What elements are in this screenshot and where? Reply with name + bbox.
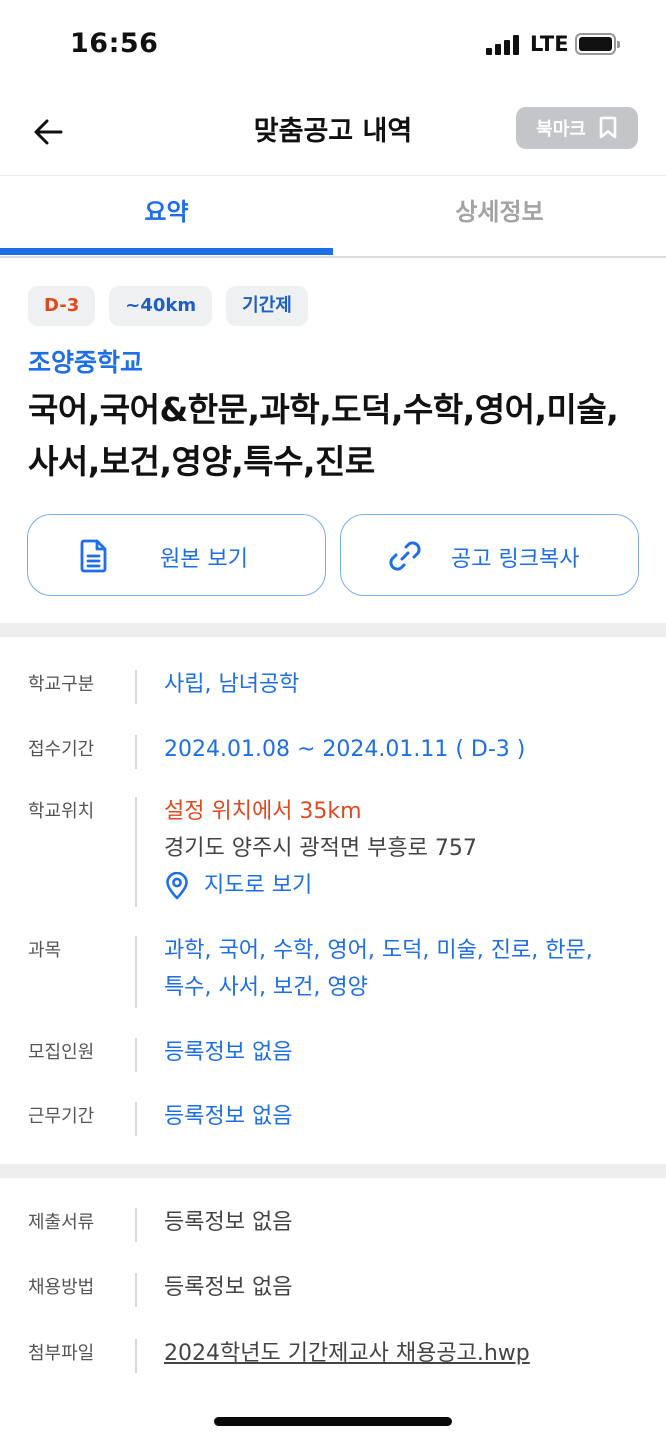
signal-icon	[486, 35, 520, 55]
info-label: 모집인원	[28, 1042, 95, 1063]
info-label: 과목	[28, 940, 62, 961]
home-indicator	[214, 1417, 452, 1426]
row-separator	[135, 1102, 137, 1136]
info-label: 근무기간	[28, 1106, 95, 1127]
view-map-link[interactable]: 지도로 보기	[164, 867, 477, 904]
section-divider	[0, 623, 666, 637]
info-label: 접수기간	[28, 739, 95, 760]
address-text: 경기도 양주시 광적면 부흥로 757	[164, 836, 477, 861]
employment-type-chip: 기간제	[226, 286, 308, 326]
row-separator	[135, 1273, 137, 1307]
distance-chip: ~40km	[109, 286, 213, 326]
map-pin-icon	[166, 871, 188, 899]
info-label: 학교위치	[28, 801, 95, 822]
tag-chips: D-3 ~40km 기간제	[28, 286, 308, 326]
row-separator	[135, 936, 137, 1008]
link-icon	[389, 541, 421, 571]
copy-link-label: 공고 링크복사	[451, 547, 580, 572]
bookmark-button[interactable]: 북마크	[516, 107, 638, 149]
subjects-line-2: 특수, 사서, 보건, 영양	[164, 975, 368, 1000]
copy-link-button[interactable]: 공고 링크복사	[340, 514, 639, 596]
tab-details[interactable]: 상세정보	[333, 176, 666, 256]
network-label: LTE	[530, 32, 569, 56]
attachment-file-link[interactable]: 2024학년도 기간제교사 채용공고.hwp	[164, 1335, 530, 1372]
view-map-label: 지도로 보기	[204, 873, 313, 898]
section-divider	[0, 1164, 666, 1178]
info-label: 채용방법	[28, 1277, 95, 1298]
battery-icon	[575, 33, 620, 55]
view-original-label: 원본 보기	[160, 547, 248, 572]
row-separator	[135, 670, 137, 704]
work-period-value: 등록정보 없음	[164, 1104, 293, 1129]
subjects-value: 과학, 국어, 수학, 영어, 도덕, 미술, 진로, 한문, 특수, 사서, …	[164, 932, 593, 1006]
period-value: 2024.01.08 ~ 2024.01.11 ( D-3 )	[164, 737, 526, 762]
dday-chip: D-3	[28, 286, 96, 326]
distance-text: 설정 위치에서 35km	[164, 799, 362, 824]
tab-active-indicator	[0, 248, 333, 255]
bookmark-icon	[599, 116, 617, 139]
school-name: 조양중학교	[28, 348, 144, 377]
method-value: 등록정보 없음	[164, 1275, 293, 1300]
status-time: 16:56	[70, 28, 159, 59]
row-separator	[135, 1339, 137, 1373]
tab-summary[interactable]: 요약	[0, 176, 333, 256]
status-bar: 16:56 LTE	[0, 0, 666, 90]
info-label: 학교구분	[28, 674, 95, 695]
view-original-button[interactable]: 원본 보기	[27, 514, 326, 596]
school-type-value: 사립, 남녀공학	[164, 672, 300, 697]
row-separator	[135, 797, 137, 907]
info-label: 첨부파일	[28, 1343, 95, 1364]
info-label: 제출서류	[28, 1212, 95, 1233]
document-icon	[80, 539, 107, 573]
subjects-line-1: 과학, 국어, 수학, 영어, 도덕, 미술, 진로, 한문,	[164, 938, 593, 963]
row-separator	[135, 1208, 137, 1242]
row-separator	[135, 1038, 137, 1072]
bookmark-label: 북마크	[536, 119, 586, 140]
recruits-value: 등록정보 없음	[164, 1040, 293, 1065]
app-header: 맞춤공고 내역 북마크	[0, 90, 666, 176]
row-separator	[135, 735, 137, 769]
location-values: 설정 위치에서 35km 경기도 양주시 광적면 부흥로 757 지도로 보기	[164, 793, 477, 904]
subjects-heading: 국어,국어&한문,과학,도덕,수학,영어,미술,사서,보건,영양,특수,진로	[28, 390, 619, 481]
tab-bar: 요약 상세정보	[0, 176, 666, 258]
documents-value: 등록정보 없음	[164, 1210, 293, 1235]
